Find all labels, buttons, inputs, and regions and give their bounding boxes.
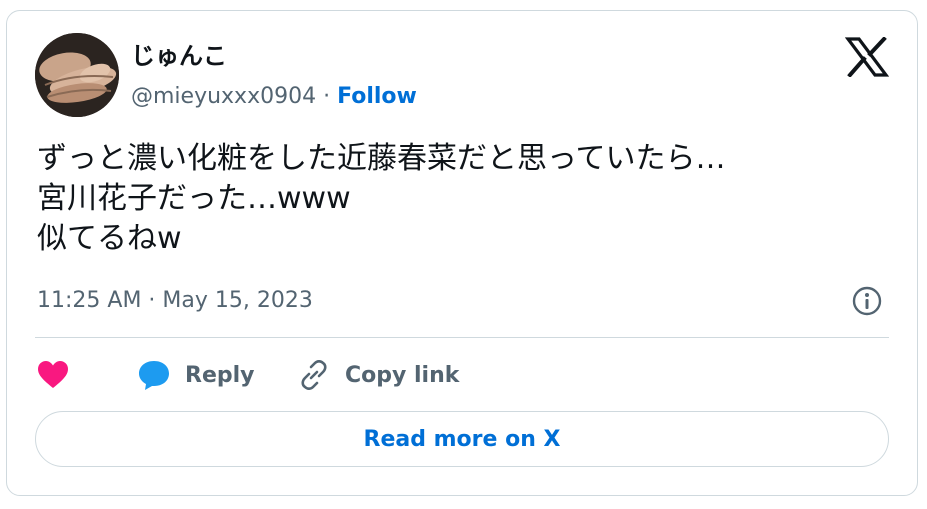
link-icon bbox=[301, 360, 327, 390]
copy-link-label: Copy link bbox=[345, 362, 460, 388]
author-name[interactable]: じゅんこ bbox=[131, 41, 227, 71]
meta-separator: · bbox=[316, 84, 338, 109]
reply-button[interactable]: Reply bbox=[137, 355, 255, 395]
tweet-card: じゅんこ @mieyuxxx0904 · Follow ずっと濃い化粧をした近藤… bbox=[6, 10, 918, 496]
tweet-text: ずっと濃い化粧をした近藤春菜だと思っていたら… 宮川花子だった…www 似てるね… bbox=[37, 139, 897, 259]
follow-button[interactable]: Follow bbox=[337, 84, 417, 109]
author-handle[interactable]: @mieyuxxx0904 bbox=[131, 84, 316, 109]
info-icon[interactable] bbox=[851, 285, 883, 317]
tweet-line: 宮川花子だった…www bbox=[37, 181, 351, 216]
author-meta: @mieyuxxx0904 · Follow bbox=[131, 83, 417, 111]
reply-label: Reply bbox=[185, 362, 255, 388]
read-more-button[interactable]: Read more on X bbox=[35, 411, 889, 467]
tweet-timestamp[interactable]: 11:25 AM · May 15, 2023 bbox=[37, 286, 313, 316]
divider bbox=[35, 337, 889, 338]
copy-link-button[interactable]: Copy link bbox=[297, 355, 459, 395]
tweet-line: 似てるねw bbox=[37, 221, 182, 256]
avatar[interactable] bbox=[35, 33, 119, 117]
speech-bubble-icon bbox=[139, 361, 169, 390]
like-button[interactable] bbox=[37, 355, 69, 395]
x-logo-icon[interactable] bbox=[844, 36, 890, 78]
heart-icon bbox=[38, 361, 68, 388]
tweet-line: ずっと濃い化粧をした近藤春菜だと思っていたら… bbox=[37, 141, 726, 176]
avatar-image bbox=[35, 33, 119, 117]
